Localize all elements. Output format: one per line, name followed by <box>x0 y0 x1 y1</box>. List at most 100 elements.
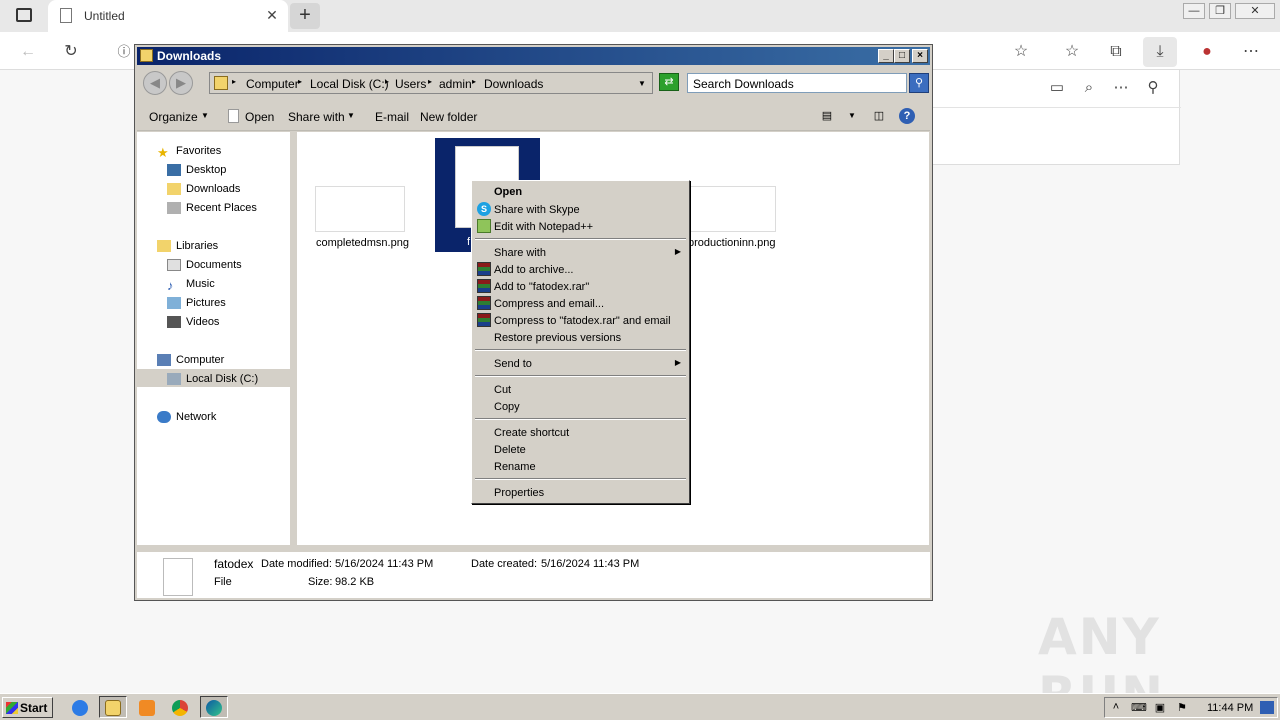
chevron-down-icon[interactable]: ▼ <box>638 79 646 88</box>
taskbar: Start ˄ ⌨ ▣ ⚑ 11:44 PM <box>0 693 1280 720</box>
share-with-button[interactable]: Share with <box>288 110 345 124</box>
menu-properties[interactable]: Properties <box>474 484 687 501</box>
nav-favorites[interactable]: Favorites <box>176 145 221 157</box>
breadcrumb-users[interactable]: Users <box>395 77 426 91</box>
taskbar-ie[interactable] <box>66 696 94 718</box>
menu-share-skype[interactable]: S Share with Skype <box>474 201 687 218</box>
nav-downloads[interactable]: Downloads <box>186 183 240 195</box>
nav-libraries[interactable]: Libraries <box>176 240 218 252</box>
file-icon <box>163 558 193 596</box>
menu-delete[interactable]: Delete <box>474 441 687 458</box>
menu-label: Add to archive... <box>494 264 574 276</box>
chevron-down-icon[interactable]: ▼ <box>848 111 856 120</box>
star-icon: ★ <box>157 145 169 160</box>
info-icon[interactable]: ⓘ <box>113 41 135 63</box>
open-button[interactable]: Open <box>245 110 274 124</box>
chevron-down-icon: ▼ <box>201 111 209 120</box>
tab-close-icon[interactable]: ✕ <box>264 7 280 23</box>
menu-add-rar[interactable]: Add to "fatodex.rar" <box>474 278 687 295</box>
nav-documents[interactable]: Documents <box>186 259 242 271</box>
more-icon[interactable]: ⋯ <box>1111 78 1131 98</box>
file-thumbnail[interactable] <box>315 186 405 232</box>
email-button[interactable]: E-mail <box>375 110 409 124</box>
collections-icon[interactable]: ⧉ <box>1105 41 1127 63</box>
search-icon[interactable]: ⌕ <box>1079 78 1099 98</box>
nav-videos[interactable]: Videos <box>186 316 219 328</box>
show-desktop-icon[interactable] <box>1260 701 1274 714</box>
keyboard-icon[interactable]: ⌨ <box>1131 701 1147 714</box>
back-button[interactable]: ◀ <box>143 71 167 95</box>
restore-button[interactable]: ❐ <box>1209 3 1231 19</box>
documents-icon <box>167 259 181 271</box>
search-icon[interactable]: ⚲ <box>909 73 929 93</box>
taskbar-explorer[interactable] <box>99 696 127 718</box>
nav-local-disk[interactable]: Local Disk (C:) <box>186 373 258 385</box>
menu-add-archive[interactable]: Add to archive... <box>474 261 687 278</box>
pin-icon[interactable]: ⚲ <box>1143 78 1163 98</box>
title-bar[interactable]: Downloads _ □ × <box>137 47 930 65</box>
breadcrumb-computer[interactable]: Computer <box>246 77 299 91</box>
menu-share-with[interactable]: Share with ▶ <box>474 244 687 261</box>
favorites-icon[interactable]: ☆ <box>1061 41 1083 63</box>
menu-create-shortcut[interactable]: Create shortcut <box>474 424 687 441</box>
view-options-icon[interactable]: ▤ <box>819 109 835 123</box>
refresh-icon[interactable]: ⇄ <box>659 73 679 91</box>
address-bar[interactable]: ▸ Computer ▸ Local Disk (C:) ▸ Users ▸ a… <box>209 72 653 94</box>
back-arrow-icon[interactable]: ← <box>17 41 39 63</box>
forward-button[interactable]: ▶ <box>169 71 193 95</box>
menu-edit-notepad[interactable]: Edit with Notepad++ <box>474 218 687 235</box>
file-name[interactable]: completedmsn.png <box>316 237 409 249</box>
browser-tab[interactable]: Untitled ✕ <box>48 0 288 32</box>
nav-desktop[interactable]: Desktop <box>186 164 226 176</box>
new-tab-button[interactable]: + <box>290 3 320 29</box>
detail-filename: fatodex <box>214 557 254 571</box>
favorite-add-icon[interactable]: ☆ <box>1010 41 1032 63</box>
file-name[interactable]: productioninn.png <box>688 237 775 249</box>
refresh-icon[interactable]: ↻ <box>60 41 82 63</box>
breadcrumb-downloads[interactable]: Downloads <box>484 77 543 91</box>
start-button[interactable]: Start <box>2 697 53 718</box>
menu-separator <box>475 418 686 420</box>
tray-expand-icon[interactable]: ˄ <box>1109 701 1123 714</box>
menu-compress-email[interactable]: Compress and email... <box>474 295 687 312</box>
menu-copy[interactable]: Copy <box>474 398 687 415</box>
more-icon[interactable]: ⋯ <box>1240 41 1262 63</box>
folder-icon[interactable]: ▭ <box>1047 78 1067 98</box>
clock[interactable]: 11:44 PM <box>1207 702 1253 714</box>
windows-logo-icon <box>6 702 18 714</box>
file-thumbnail[interactable] <box>686 186 776 232</box>
action-center-flag-icon[interactable]: ⚑ <box>1175 701 1189 714</box>
menu-compress-rar-email[interactable]: Compress to "fatodex.rar" and email <box>474 312 687 329</box>
search-input[interactable]: Search Downloads <box>687 73 907 93</box>
new-folder-button[interactable]: New folder <box>420 110 477 124</box>
menu-rename[interactable]: Rename <box>474 458 687 475</box>
menu-restore[interactable]: Restore previous versions <box>474 329 687 346</box>
minimize-button[interactable]: _ <box>878 49 894 63</box>
organize-button[interactable]: Organize <box>149 110 198 124</box>
taskbar-chrome[interactable] <box>166 696 194 718</box>
sidebar-toggle-icon[interactable] <box>16 8 32 22</box>
download-icon[interactable]: ⤓ <box>1143 37 1177 67</box>
preview-pane-icon[interactable]: ◫ <box>871 109 887 123</box>
taskbar-media-player[interactable] <box>133 696 161 718</box>
close-window-button[interactable]: ✕ <box>1235 3 1275 19</box>
page-icon <box>60 8 72 23</box>
breadcrumb-admin[interactable]: admin <box>439 77 472 91</box>
menu-open[interactable]: Open <box>474 183 687 200</box>
help-icon[interactable]: ? <box>899 108 915 124</box>
breadcrumb-local-disk[interactable]: Local Disk (C:) <box>310 77 389 91</box>
menu-send-to[interactable]: Send to ▶ <box>474 355 687 372</box>
profile-icon[interactable]: ● <box>1196 41 1218 63</box>
close-button[interactable]: × <box>912 49 928 63</box>
nav-network[interactable]: Network <box>176 411 216 423</box>
menu-cut[interactable]: Cut <box>474 381 687 398</box>
minimize-button[interactable]: — <box>1183 3 1205 19</box>
nav-recent-places[interactable]: Recent Places <box>186 202 257 214</box>
nav-computer[interactable]: Computer <box>176 354 224 366</box>
network-icon[interactable]: ▣ <box>1153 701 1167 714</box>
maximize-button[interactable]: □ <box>894 49 910 63</box>
taskbar-edge[interactable] <box>200 696 228 718</box>
nav-pictures[interactable]: Pictures <box>186 297 226 309</box>
menu-label: Share with Skype <box>494 204 580 216</box>
nav-music[interactable]: Music <box>186 278 215 290</box>
